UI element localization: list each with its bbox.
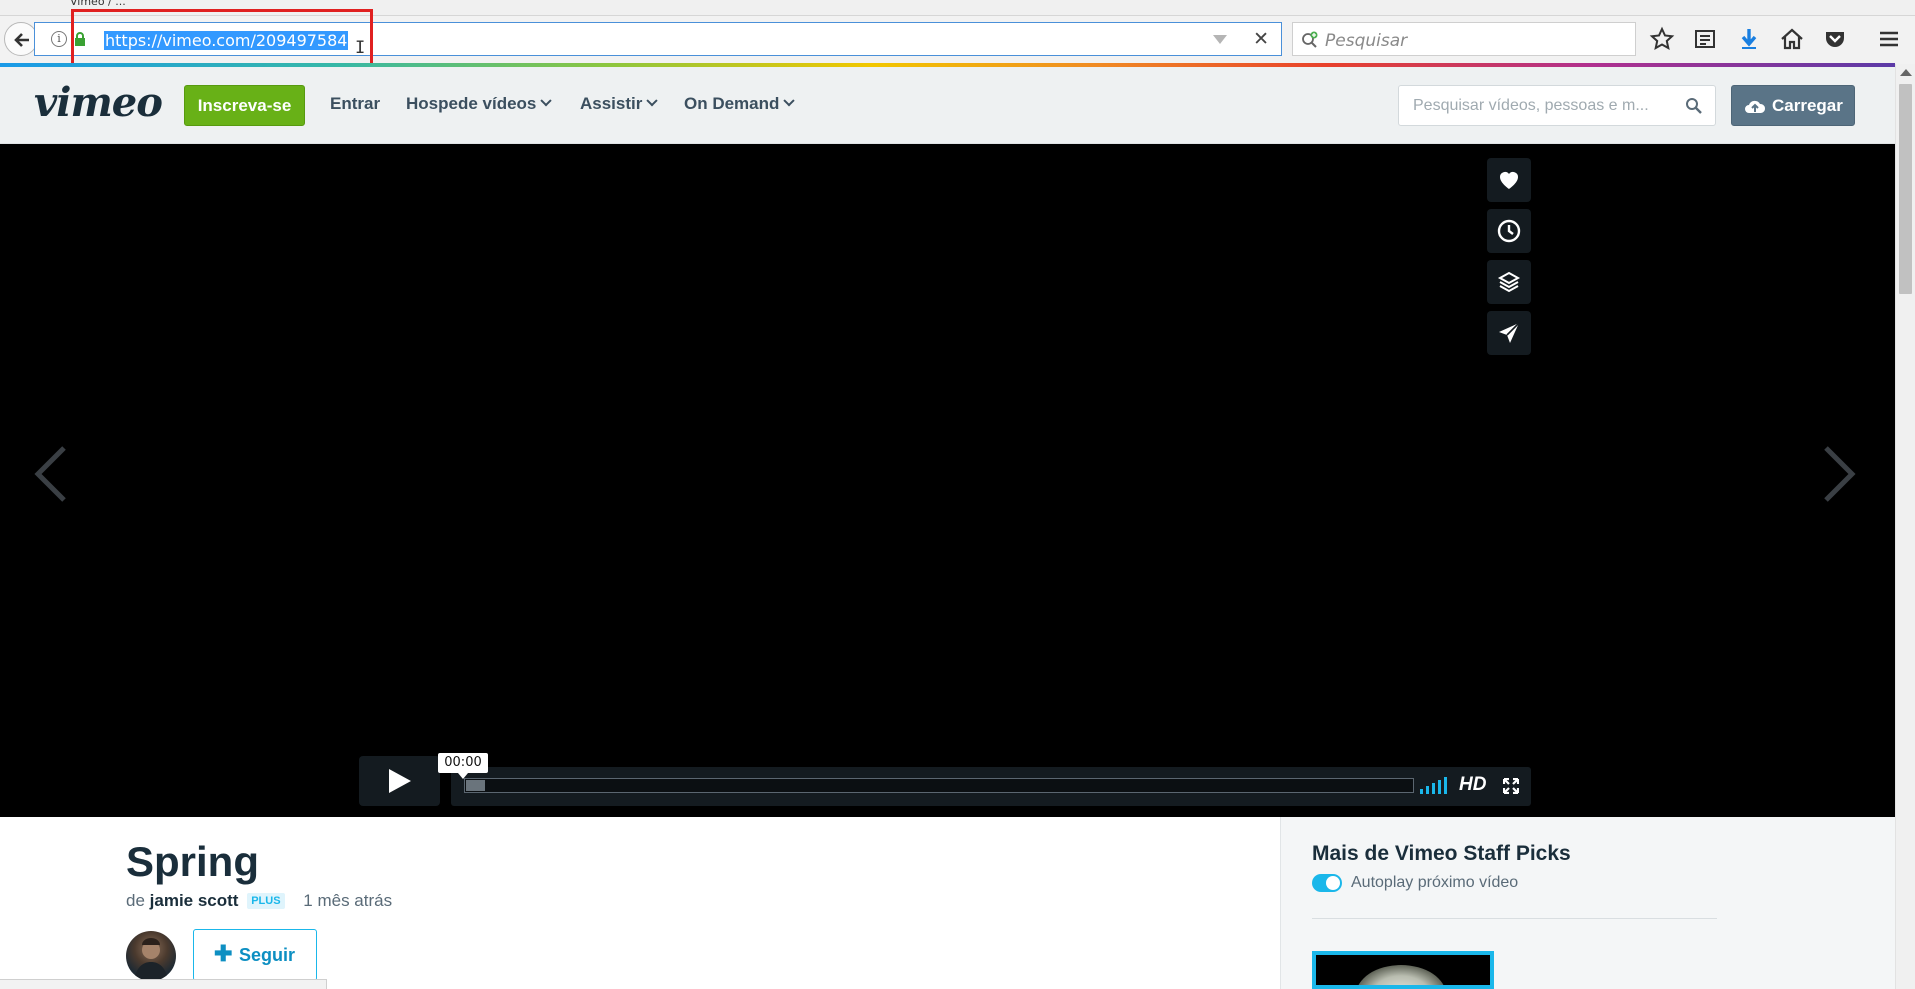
menu-icon[interactable] xyxy=(1876,26,1902,52)
stop-icon[interactable]: ✕ xyxy=(1253,28,1269,51)
avatar-image xyxy=(134,938,168,981)
info-icon[interactable]: i xyxy=(51,31,67,47)
heart-icon xyxy=(1500,172,1518,189)
divider xyxy=(1312,918,1717,919)
signup-button[interactable]: Inscreva-se xyxy=(184,85,305,126)
page-scrollbar[interactable] xyxy=(1895,64,1915,989)
video-thumbnail[interactable] xyxy=(1312,951,1494,989)
sidebar-title[interactable]: Mais de Vimeo Staff Picks xyxy=(1312,842,1571,866)
layers-icon xyxy=(1497,271,1521,293)
share-button[interactable] xyxy=(1487,311,1531,355)
chevron-down-icon xyxy=(783,95,796,107)
vimeo-logo[interactable]: vimeo xyxy=(34,79,163,126)
scroll-thumb[interactable] xyxy=(1899,84,1912,294)
play-icon xyxy=(389,769,411,793)
nav-watch[interactable]: Assistir xyxy=(580,94,659,114)
nav-login-label: Entrar xyxy=(330,94,381,113)
plus-icon: ✚ xyxy=(214,941,233,966)
dropdown-icon[interactable] xyxy=(1213,35,1227,44)
progress-bar[interactable] xyxy=(464,778,1414,793)
site-header: vimeo Inscreva-se Entrar Hospede vídeos … xyxy=(0,67,1895,144)
site-search-input[interactable]: Pesquisar vídeos, pessoas e m... xyxy=(1398,85,1716,126)
cloud-upload-icon xyxy=(1745,100,1766,113)
like-button[interactable] xyxy=(1487,158,1531,202)
time-tooltip: 00:00 xyxy=(438,753,488,779)
volume-icon[interactable] xyxy=(1418,777,1450,795)
reading-list-icon[interactable] xyxy=(1692,26,1718,52)
video-byline: de jamie scott PLUS 1 mês atrás xyxy=(126,891,392,911)
tab-title: Vimeo / ... xyxy=(70,0,126,8)
home-icon[interactable] xyxy=(1779,26,1805,52)
status-bar xyxy=(0,979,327,989)
follow-button[interactable]: ✚ Seguir xyxy=(193,929,317,981)
back-icon xyxy=(14,33,29,47)
progress-buffer xyxy=(466,780,485,791)
previous-video-arrow[interactable] xyxy=(30,444,70,504)
chevron-down-icon xyxy=(646,95,659,107)
player-controls: HD xyxy=(451,767,1531,806)
hd-badge[interactable]: HD xyxy=(1459,774,1486,796)
nav-host-videos[interactable]: Hospede vídeos xyxy=(406,94,553,114)
avatar[interactable] xyxy=(126,931,176,981)
star-icon[interactable] xyxy=(1649,26,1675,52)
by-prefix: de xyxy=(126,891,145,910)
text-cursor: I xyxy=(355,38,366,58)
nav-login[interactable]: Entrar xyxy=(330,94,380,114)
browser-search-placeholder: Pesquisar xyxy=(1325,31,1408,51)
browser-search-field[interactable]: Pesquisar xyxy=(1292,22,1636,56)
next-video-arrow[interactable] xyxy=(1820,444,1860,504)
upload-label: Carregar xyxy=(1772,96,1843,115)
plus-badge: PLUS xyxy=(247,893,285,909)
clock-icon xyxy=(1497,219,1521,243)
nav-watch-label: Assistir xyxy=(580,94,643,113)
thumbnail-image xyxy=(1356,965,1446,985)
nav-on-demand[interactable]: On Demand xyxy=(684,94,796,114)
chevron-down-icon xyxy=(540,95,553,107)
follow-label: Seguir xyxy=(239,945,296,965)
autoplay-toggle[interactable] xyxy=(1312,874,1342,892)
scroll-up-arrow[interactable] xyxy=(1900,69,1912,76)
fullscreen-icon[interactable] xyxy=(1503,778,1519,794)
pocket-icon[interactable] xyxy=(1822,26,1848,52)
nav-on-demand-label: On Demand xyxy=(684,94,780,113)
upload-button[interactable]: Carregar xyxy=(1731,85,1855,126)
search-icon xyxy=(1302,31,1318,48)
collections-button[interactable] xyxy=(1487,260,1531,304)
download-icon[interactable] xyxy=(1736,26,1762,52)
search-icon[interactable] xyxy=(1685,97,1703,115)
watch-later-button[interactable] xyxy=(1487,209,1531,253)
video-title: Spring xyxy=(126,838,259,885)
upload-time: 1 mês atrás xyxy=(303,891,393,910)
play-button[interactable] xyxy=(359,756,440,806)
author-link[interactable]: jamie scott xyxy=(150,891,239,910)
video-player[interactable]: HD 00:00 xyxy=(0,144,1895,817)
nav-host-label: Hospede vídeos xyxy=(406,94,537,113)
autoplay-label: Autoplay próximo vídeo xyxy=(1351,874,1519,891)
send-icon xyxy=(1499,322,1520,343)
site-search-placeholder: Pesquisar vídeos, pessoas e m... xyxy=(1413,97,1649,114)
related-videos-sidebar: Mais de Vimeo Staff Picks Autoplay próxi… xyxy=(1280,817,1895,989)
back-button[interactable] xyxy=(4,22,38,56)
